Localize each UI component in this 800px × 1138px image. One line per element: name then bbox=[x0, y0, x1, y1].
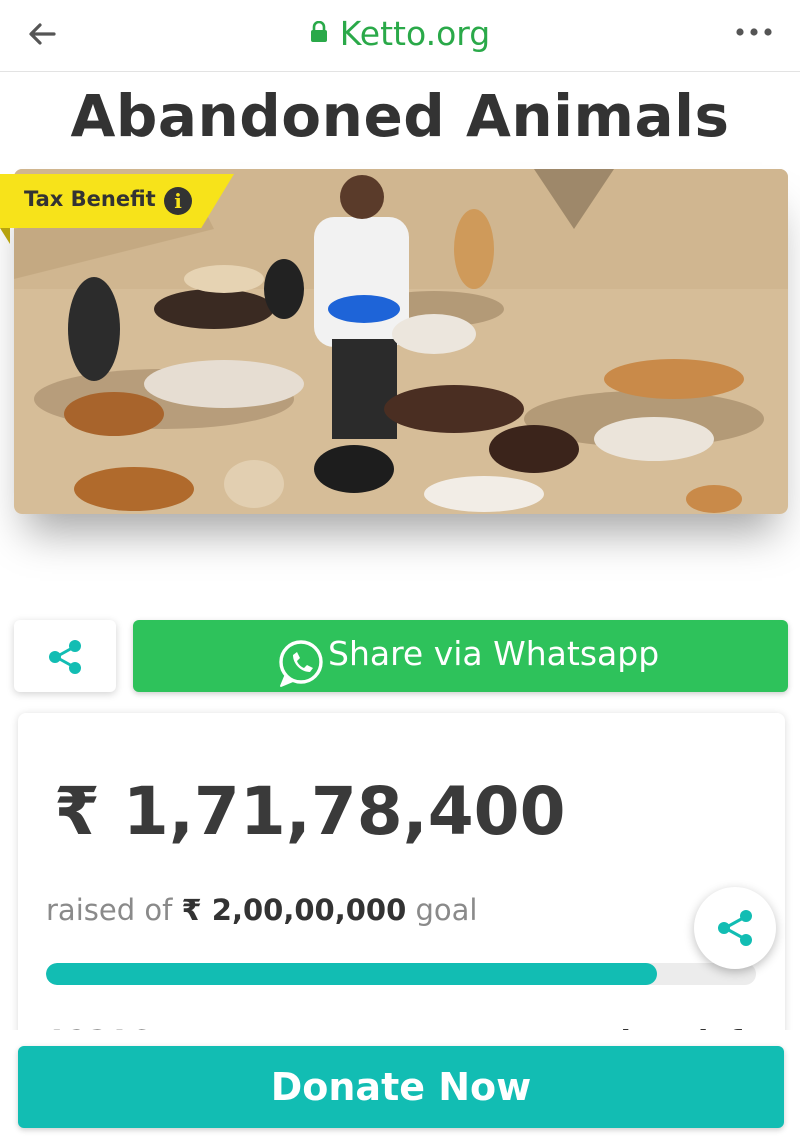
browser-toolbar: Ketto.org bbox=[0, 0, 800, 72]
campaign-title: Abandoned Animals bbox=[70, 82, 730, 150]
goal-suffix: goal bbox=[415, 893, 478, 927]
ketto-campaign-page: Ketto.org Abandoned Animals Tax Benefit … bbox=[0, 0, 800, 1138]
more-dots-icon[interactable] bbox=[734, 22, 774, 42]
progress-fill bbox=[46, 963, 657, 985]
donate-bar: Donate Now bbox=[0, 1030, 800, 1138]
raised-prefix: raised of bbox=[46, 893, 173, 927]
raised-amount: ₹ 1,71,78,400 bbox=[54, 773, 566, 850]
donate-now-button[interactable]: Donate Now bbox=[18, 1046, 784, 1128]
share-icon bbox=[718, 910, 752, 946]
lock-icon bbox=[310, 20, 327, 42]
address-bar[interactable]: Ketto.org bbox=[0, 14, 800, 53]
goal-amount: ₹ 2,00,00,000 bbox=[181, 893, 407, 927]
share-icon bbox=[49, 640, 81, 674]
floating-share-button[interactable] bbox=[694, 887, 776, 969]
funding-progress-bar bbox=[46, 963, 756, 985]
goal-line: raised of ₹ 2,00,00,000 goal bbox=[46, 893, 477, 927]
whatsapp-label: Share via Whatsapp bbox=[328, 634, 660, 673]
tax-benefit-label: Tax Benefit bbox=[24, 187, 156, 211]
share-button[interactable] bbox=[14, 620, 116, 692]
badge-fold bbox=[0, 228, 10, 244]
whatsapp-icon bbox=[279, 640, 323, 687]
info-icon[interactable]: i bbox=[164, 187, 192, 215]
url-text: Ketto.org bbox=[339, 14, 491, 53]
share-whatsapp-button[interactable]: Share via Whatsapp bbox=[133, 620, 788, 692]
funding-card: ₹ 1,71,78,400 raised of ₹ 2,00,00,000 go… bbox=[18, 713, 785, 1043]
